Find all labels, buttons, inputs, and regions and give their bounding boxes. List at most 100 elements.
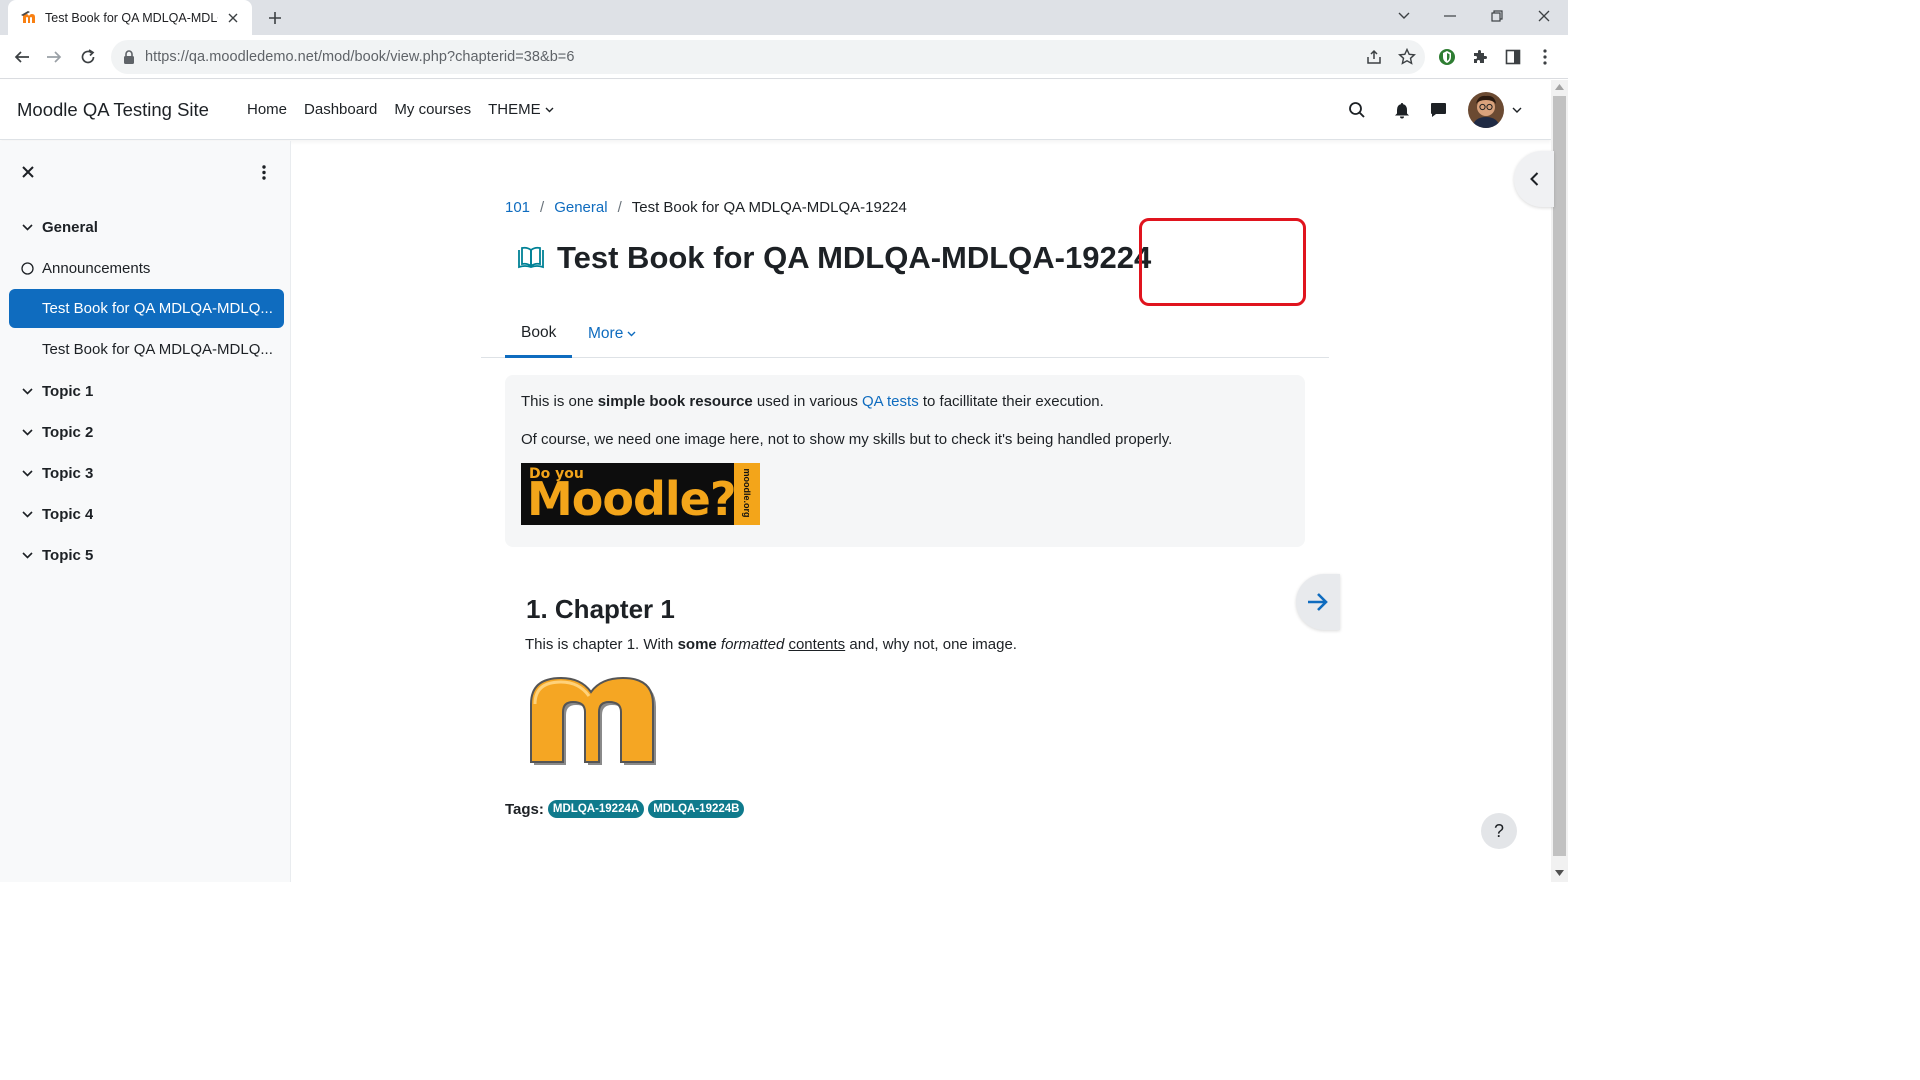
course-index-section-topic-4[interactable]: Topic 4 — [9, 495, 284, 534]
course-index-section-topic-1[interactable]: Topic 1 — [9, 372, 284, 411]
breadcrumb-current: Test Book for QA MDLQA-MDLQA-19224 — [631, 199, 907, 216]
extension-shield-icon[interactable] — [1434, 44, 1460, 70]
activity-label: Test Book for QA MDLQA-MDLQ... — [42, 341, 273, 358]
chevron-left-icon — [1529, 172, 1538, 186]
course-index-options-icon[interactable] — [253, 161, 275, 183]
breadcrumb-link-section[interactable]: General — [554, 199, 607, 216]
scrollbar-thumb[interactable] — [1553, 96, 1566, 856]
url-host: https://qa.moodledemo.net — [145, 49, 318, 65]
tab-more-label: More — [588, 325, 624, 342]
tab-book-label: Book — [521, 323, 557, 341]
chevron-down-icon — [545, 107, 554, 112]
do-you-moodle-banner-image: Do you Moodle? moodle.org — [521, 463, 760, 525]
help-question-icon: ? — [1493, 820, 1504, 841]
book-intro: This is one simple book resource used in… — [505, 375, 1305, 547]
chapter-text: This is chapter 1. With some formatted c… — [525, 636, 1017, 653]
browser-menu-icon[interactable] — [1532, 44, 1558, 70]
page-header: Test Book for QA MDLQA-MDLQA-19224 — [517, 240, 1151, 276]
nav-theme-dropdown[interactable]: THEME — [488, 101, 554, 118]
help-button[interactable]: ? — [1481, 813, 1517, 849]
browser-tabstrip: Test Book for QA MDLQA-MDLQA — [0, 0, 1568, 35]
moodle-favicon-icon — [21, 10, 37, 26]
course-index-section-general[interactable]: General — [9, 208, 284, 247]
user-menu-chevron-icon[interactable] — [1512, 107, 1522, 114]
close-drawer-icon[interactable] — [17, 161, 39, 183]
tab-close-icon[interactable] — [224, 9, 242, 27]
browser-tab[interactable]: Test Book for QA MDLQA-MDLQA — [8, 0, 252, 35]
restore-icon[interactable] — [1474, 0, 1520, 32]
lock-icon[interactable] — [123, 50, 135, 64]
section-label: Topic 2 — [42, 424, 94, 441]
open-block-drawer-button[interactable] — [1514, 151, 1554, 207]
close-window-icon[interactable] — [1521, 0, 1567, 32]
extensions-puzzle-icon[interactable] — [1467, 44, 1493, 70]
url-text: https://qa.moodledemo.net/mod/book/view.… — [145, 49, 574, 65]
intro-bold: simple book resource — [597, 393, 753, 410]
course-index-section-topic-5[interactable]: Topic 5 — [9, 536, 284, 575]
site-navbar: Moodle QA Testing Site Home Dashboard My… — [0, 80, 1551, 140]
new-tab-icon[interactable] — [263, 7, 287, 29]
browser-toolbar: https://qa.moodledemo.net/mod/book/view.… — [0, 35, 1568, 79]
messages-chat-icon[interactable] — [1425, 97, 1451, 123]
search-icon[interactable] — [1344, 97, 1370, 123]
breadcrumb-link-course[interactable]: 101 — [505, 199, 530, 216]
breadcrumb-separator: / — [617, 199, 622, 216]
tab-more-dropdown[interactable]: More — [588, 310, 636, 358]
completion-circle-icon — [19, 261, 35, 277]
chevron-down-icon[interactable] — [19, 548, 35, 564]
section-label: Topic 1 — [42, 383, 94, 400]
activity-label: Announcements — [42, 260, 151, 277]
tags-label: Tags: — [505, 800, 544, 818]
arrow-right-icon — [1308, 593, 1328, 611]
chevron-down-icon[interactable] — [19, 425, 35, 441]
scroll-down-arrow-icon[interactable] — [1555, 870, 1564, 876]
nav-my-courses[interactable]: My courses — [394, 101, 471, 118]
chapter-italic: formatted — [720, 636, 785, 653]
address-bar[interactable]: https://qa.moodledemo.net/mod/book/view.… — [111, 40, 1425, 74]
banner-big-text: Moodle? — [527, 472, 737, 526]
book-icon — [517, 246, 545, 270]
next-chapter-button[interactable] — [1296, 574, 1340, 630]
course-index-item-announcements[interactable]: Announcements — [9, 249, 284, 288]
nav-home[interactable]: Home — [247, 101, 287, 118]
reload-icon[interactable] — [75, 44, 101, 70]
minimize-icon[interactable] — [1427, 0, 1473, 32]
intro-paragraph-1: This is one simple book resource used in… — [521, 393, 1104, 410]
chevron-down-icon — [627, 331, 636, 337]
side-panel-icon[interactable] — [1500, 44, 1526, 70]
section-label: General — [42, 219, 98, 236]
site-brand[interactable]: Moodle QA Testing Site — [17, 99, 209, 121]
course-index-item-book[interactable]: Test Book for QA MDLQA-MDLQ... — [9, 330, 284, 369]
section-label: Topic 5 — [42, 547, 94, 564]
chevron-down-icon[interactable] — [19, 384, 35, 400]
course-index-section-topic-3[interactable]: Topic 3 — [9, 454, 284, 493]
tab-book[interactable]: Book — [505, 310, 573, 358]
chapter-underline: contents — [788, 636, 846, 653]
chevron-down-icon[interactable] — [19, 507, 35, 523]
tab-title: Test Book for QA MDLQA-MDLQA — [45, 10, 218, 25]
breadcrumb: 101 / General / Test Book for QA MDLQA-M… — [505, 199, 907, 216]
banner-side-text: moodle.org — [742, 468, 752, 518]
intro-paragraph-2: Of course, we need one image here, not t… — [521, 431, 1173, 448]
section-label: Topic 4 — [42, 506, 94, 523]
tab-search-chevron-icon[interactable] — [1381, 0, 1427, 32]
tag-badge[interactable]: MDLQA-19224B — [648, 800, 745, 818]
back-arrow-icon[interactable] — [9, 44, 35, 70]
url-path: /mod/book/view.php?chapterid=38&b=6 — [317, 49, 575, 65]
tags-list: Tags: MDLQA-19224A MDLQA-19224B — [505, 800, 745, 818]
chapter-bold: some — [677, 636, 717, 653]
user-avatar[interactable] — [1468, 92, 1504, 128]
forward-arrow-icon[interactable] — [41, 44, 67, 70]
nav-dashboard[interactable]: Dashboard — [304, 101, 377, 118]
qa-tests-link[interactable]: QA tests — [862, 393, 919, 410]
share-icon[interactable] — [1361, 44, 1387, 70]
course-index-section-topic-2[interactable]: Topic 2 — [9, 413, 284, 452]
chevron-down-icon[interactable] — [19, 220, 35, 236]
tag-badge[interactable]: MDLQA-19224A — [547, 800, 645, 818]
chevron-down-icon[interactable] — [19, 466, 35, 482]
scroll-up-arrow-icon[interactable] — [1555, 84, 1564, 90]
bookmark-star-icon[interactable] — [1394, 44, 1420, 70]
course-index-item-book-active[interactable]: Test Book for QA MDLQA-MDLQ... — [9, 289, 284, 328]
notifications-bell-icon[interactable] — [1389, 97, 1415, 123]
breadcrumb-separator: / — [540, 199, 545, 216]
